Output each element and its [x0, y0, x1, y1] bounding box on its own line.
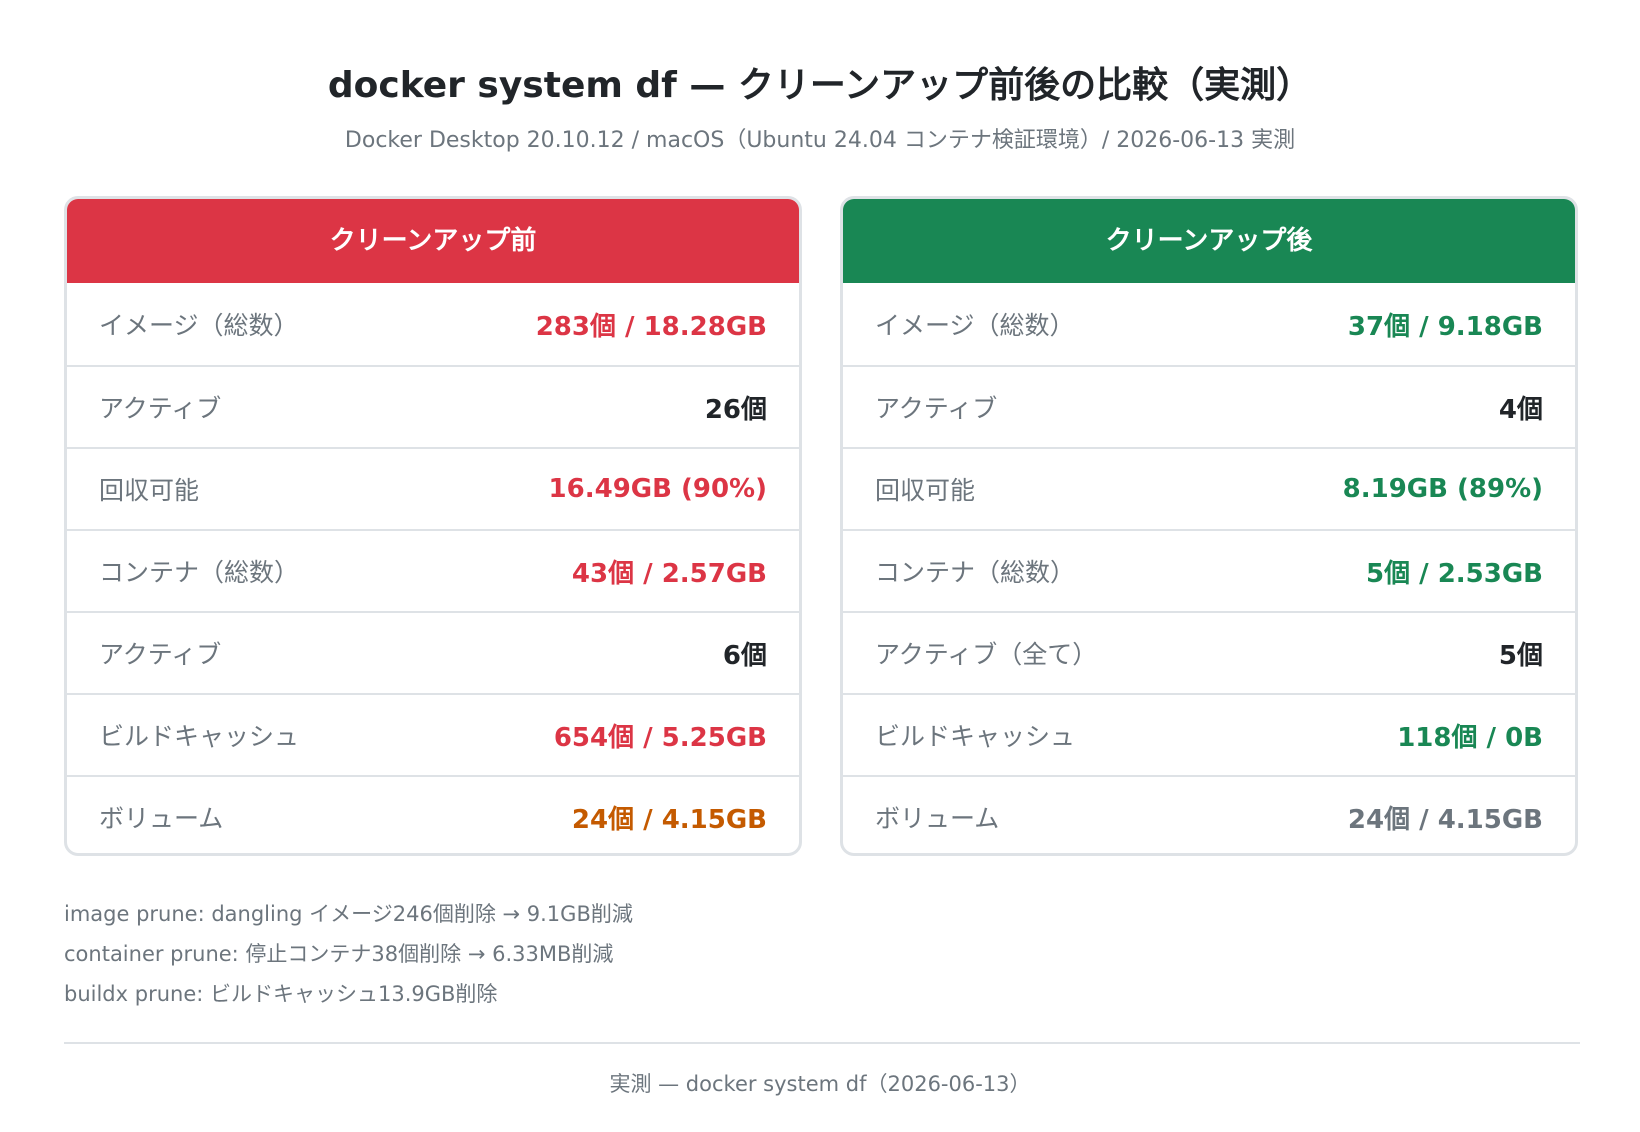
row-value: 6個: [722, 640, 767, 671]
row-label: アクティブ: [99, 394, 222, 423]
divider: [64, 1042, 1580, 1044]
row-label: ビルドキャッシュ: [99, 722, 300, 751]
note-line: container prune: 停止コンテナ38個削除 → 6.33MB削減: [64, 942, 614, 966]
table-row: 回収可能 16.49GB (90%): [67, 447, 799, 529]
row-value: 24個 / 4.15GB: [571, 804, 767, 835]
after-card: クリーンアップ後 イメージ（総数） 37個 / 9.18GB アクティブ 4個 …: [840, 196, 1578, 856]
row-value: 24個 / 4.15GB: [1347, 804, 1543, 835]
row-label: イメージ（総数）: [875, 311, 1075, 340]
row-value: 5個: [1498, 640, 1543, 671]
footer: 実測 — docker system df（2026-06-13）: [609, 1072, 1031, 1096]
page-subtitle: Docker Desktop 20.10.12 / macOS（Ubuntu 2…: [344, 128, 1296, 153]
row-value: 8.19GB (89%): [1342, 474, 1543, 504]
row-value: 4個: [1498, 394, 1543, 425]
page-title: docker system df — クリーンアップ前後の比較（実測）: [327, 65, 1313, 106]
before-card-header: クリーンアップ前: [67, 199, 799, 283]
table-row: 回収可能 8.19GB (89%): [843, 447, 1575, 529]
before-card: クリーンアップ前 イメージ（総数） 283個 / 18.28GB アクティブ 2…: [64, 196, 802, 856]
note-line: image prune: dangling イメージ246個削除 → 9.1GB…: [64, 902, 633, 926]
row-label: コンテナ（総数）: [875, 558, 1076, 587]
table-row: アクティブ 26個: [67, 365, 799, 447]
row-value: 43個 / 2.57GB: [571, 558, 767, 589]
table-row: ボリューム 24個 / 4.15GB: [67, 775, 799, 853]
row-label: ビルドキャッシュ: [875, 722, 1076, 751]
table-row: ビルドキャッシュ 118個 / 0B: [843, 693, 1575, 775]
table-row: アクティブ 6個: [67, 611, 799, 693]
row-value: 16.49GB (90%): [548, 474, 767, 504]
row-label: 回収可能: [875, 476, 976, 505]
row-label: ボリューム: [875, 804, 1000, 833]
row-value: 654個 / 5.25GB: [553, 722, 767, 753]
table-row: ビルドキャッシュ 654個 / 5.25GB: [67, 693, 799, 775]
after-card-header: クリーンアップ後: [843, 199, 1575, 283]
row-label: コンテナ（総数）: [99, 558, 300, 587]
page: docker system df — クリーンアップ前後の比較（実測） Dock…: [0, 0, 1640, 1132]
row-value: 283個 / 18.28GB: [535, 311, 767, 342]
table-row: コンテナ（総数） 43個 / 2.57GB: [67, 529, 799, 611]
row-label: イメージ（総数）: [99, 311, 299, 340]
table-row: コンテナ（総数） 5個 / 2.53GB: [843, 529, 1575, 611]
row-label: アクティブ: [99, 640, 222, 669]
row-value: 118個 / 0B: [1397, 722, 1543, 753]
row-label: ボリューム: [99, 804, 224, 833]
table-row: アクティブ（全て） 5個: [843, 611, 1575, 693]
row-label: アクティブ（全て）: [875, 640, 1098, 669]
row-label: アクティブ: [875, 394, 998, 423]
row-value: 5個 / 2.53GB: [1366, 558, 1543, 589]
table-row: アクティブ 4個: [843, 365, 1575, 447]
table-row: イメージ（総数） 283個 / 18.28GB: [67, 283, 799, 365]
row-value: 37個 / 9.18GB: [1347, 311, 1543, 342]
row-label: 回収可能: [99, 476, 200, 505]
table-row: ボリューム 24個 / 4.15GB: [843, 775, 1575, 853]
table-row: イメージ（総数） 37個 / 9.18GB: [843, 283, 1575, 365]
row-value: 26個: [704, 394, 767, 425]
note-line: buildx prune: ビルドキャッシュ13.9GB削除: [64, 982, 498, 1006]
notes: image prune: dangling イメージ246個削除 → 9.1GB…: [64, 894, 633, 1014]
